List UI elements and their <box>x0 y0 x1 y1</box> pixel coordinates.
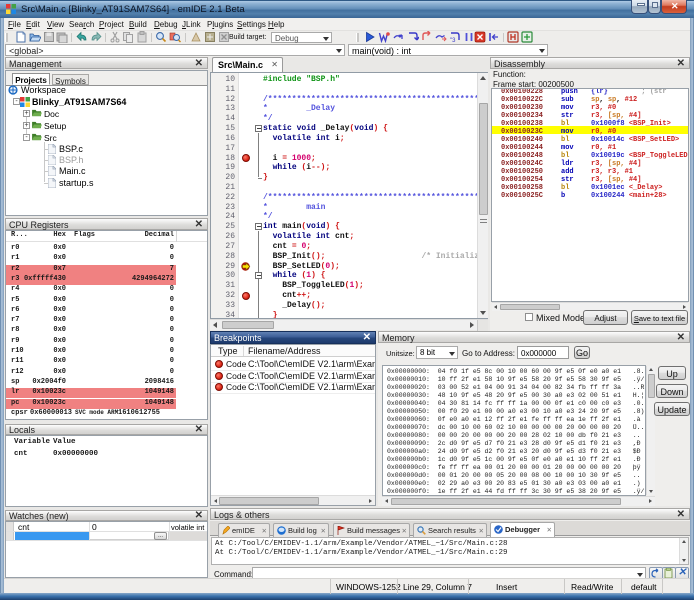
svg-text:"3: "3 <box>450 38 456 43</box>
